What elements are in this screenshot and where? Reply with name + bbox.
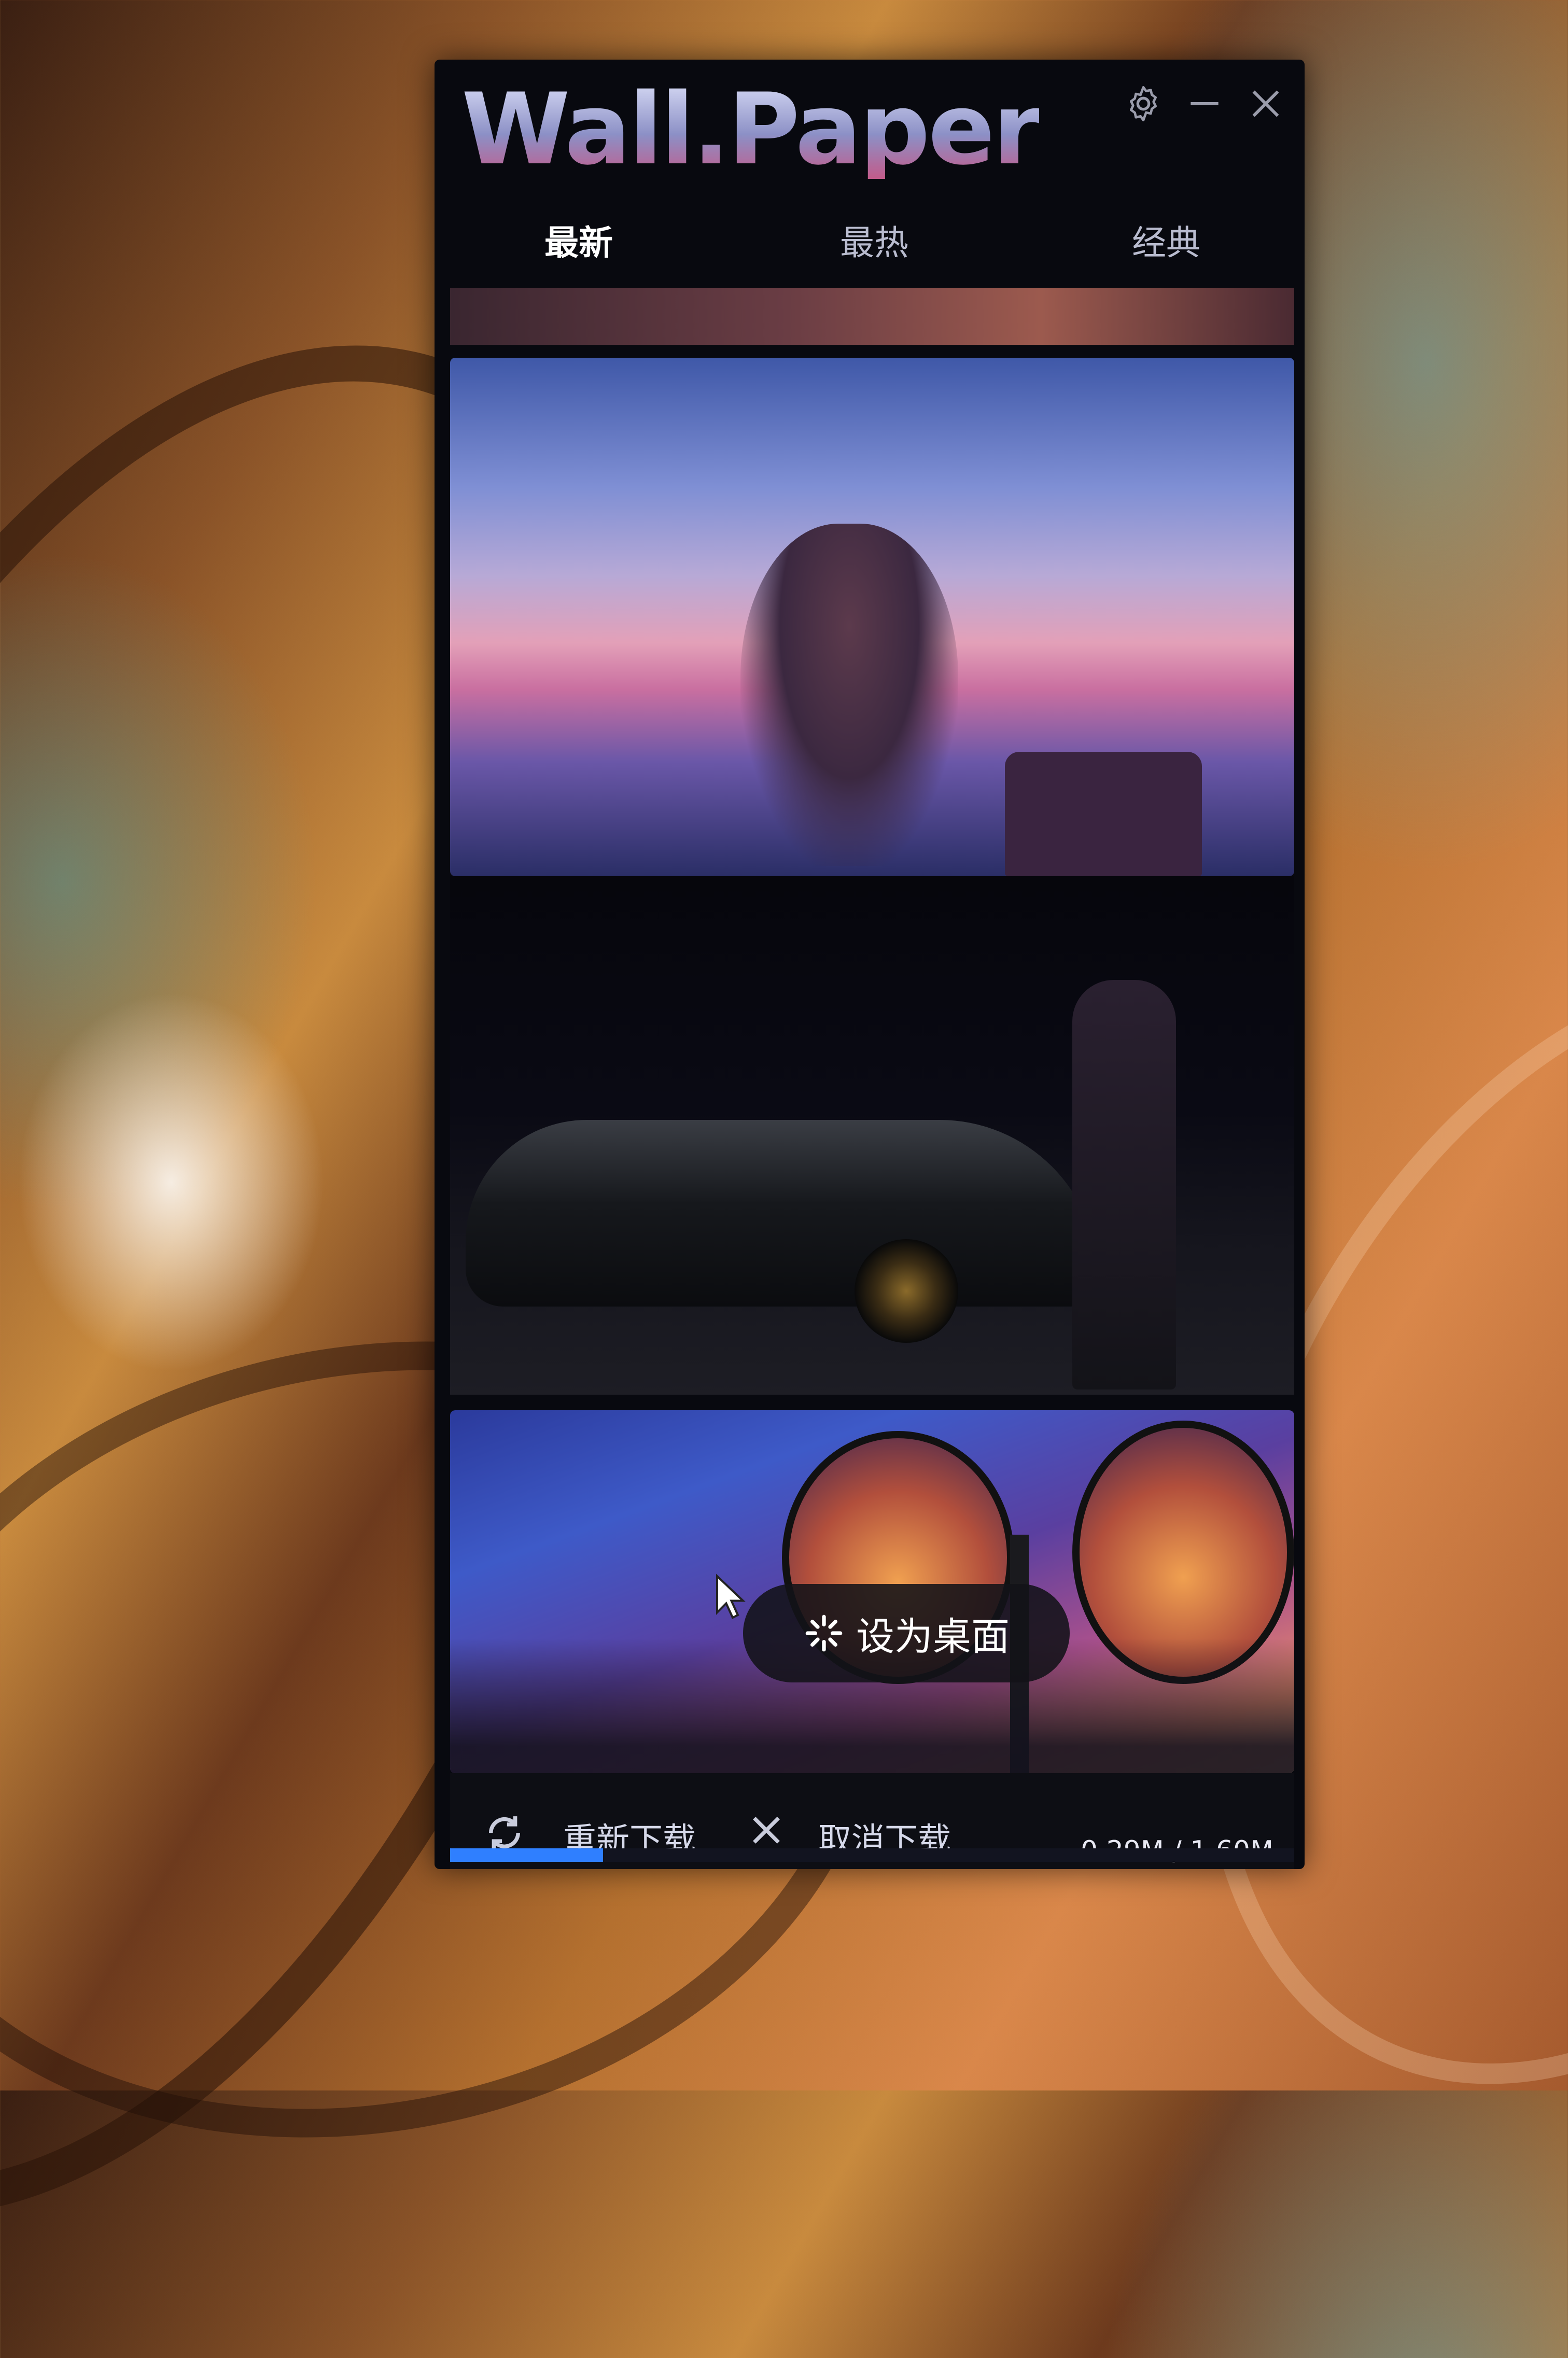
- wallpaper-app-window: Wall.Paper 最新 最热 经典 设为桌面 重新下载 取消下载: [435, 60, 1305, 1869]
- close-icon: [1252, 90, 1279, 117]
- thumbnail-art: [740, 524, 958, 866]
- minimize-button[interactable]: [1181, 80, 1228, 127]
- cancel-x-icon[interactable]: [746, 1809, 787, 1851]
- close-button[interactable]: [1242, 80, 1289, 127]
- tab-classic[interactable]: 经典: [1132, 215, 1200, 265]
- app-logo: Wall.Paper: [461, 72, 1041, 187]
- set-as-desktop-label: 设为桌面: [856, 1614, 1010, 1659]
- minimize-icon: [1191, 102, 1219, 105]
- mouse-cursor-icon: [716, 1574, 746, 1619]
- spinner-icon: [805, 1615, 843, 1652]
- gear-icon: [1130, 86, 1157, 122]
- tab-hottest[interactable]: 最热: [840, 215, 908, 265]
- thumbnail-art: [466, 1120, 1098, 1307]
- wallpaper-thumbnail[interactable]: [450, 876, 1294, 1395]
- tab-latest[interactable]: 最新: [544, 215, 613, 265]
- settings-button[interactable]: [1120, 80, 1167, 127]
- thumbnail-art: [1072, 980, 1176, 1389]
- download-progress-fill: [450, 1848, 604, 1862]
- set-as-desktop-button[interactable]: 设为桌面: [743, 1584, 1070, 1682]
- wallpaper-thumbnail[interactable]: [450, 288, 1294, 345]
- category-tabs: 最新 最热 经典: [435, 215, 1305, 298]
- thumbnail-art: [1005, 752, 1202, 876]
- wallpaper-thumbnail[interactable]: [450, 358, 1294, 876]
- thumbnail-art: [855, 1239, 958, 1343]
- download-progress-bar: [450, 1848, 1294, 1862]
